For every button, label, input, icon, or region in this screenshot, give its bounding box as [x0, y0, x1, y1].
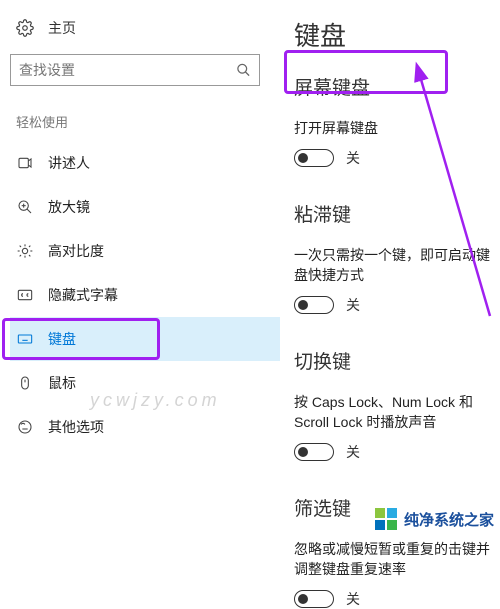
- search-icon: [236, 63, 251, 78]
- section-onscreen-keyboard: 屏幕键盘 打开屏幕键盘 关: [294, 73, 500, 168]
- toggle-state: 关: [346, 295, 360, 315]
- sidebar-item-narrator[interactable]: 讲述人: [10, 141, 280, 185]
- footer-text: 纯净系统之家: [404, 509, 494, 530]
- toggle-state: 关: [346, 442, 360, 462]
- sidebar-item-label: 其他选项: [48, 417, 104, 437]
- contrast-icon: [16, 243, 34, 259]
- toggle-sticky-keys[interactable]: [294, 296, 334, 314]
- section-sticky-keys: 粘滞键 一次只需按一个键，即可启动键盘快捷方式 关: [294, 200, 500, 315]
- gear-icon: [16, 19, 34, 37]
- toggle-filter-keys[interactable]: [294, 590, 334, 608]
- captions-icon: [16, 287, 34, 303]
- mouse-icon: [16, 375, 34, 391]
- search-input-wrap[interactable]: [10, 54, 260, 86]
- sidebar-item-label: 隐藏式字幕: [48, 285, 118, 305]
- section-desc: 打开屏幕键盘: [294, 118, 500, 138]
- keyboard-icon: [16, 331, 34, 347]
- other-icon: [16, 419, 34, 435]
- sidebar-item-other[interactable]: 其他选项: [10, 405, 280, 449]
- section-desc: 一次只需按一个键，即可启动键盘快捷方式: [294, 245, 500, 285]
- section-desc: 按 Caps Lock、Num Lock 和 Scroll Lock 时播放声音: [294, 392, 500, 432]
- search-input[interactable]: [11, 55, 259, 85]
- toggle-toggle-keys[interactable]: [294, 443, 334, 461]
- section-toggle-keys: 切换键 按 Caps Lock、Num Lock 和 Scroll Lock 时…: [294, 347, 500, 462]
- section-heading: 切换键: [294, 347, 500, 374]
- section-desc: 忽略或减慢短暂或重复的击键并调整键盘重复速率: [294, 539, 500, 579]
- sidebar-item-label: 键盘: [48, 329, 76, 349]
- home-label: 主页: [48, 18, 76, 38]
- toggle-state: 关: [346, 589, 360, 609]
- sidebar-item-label: 讲述人: [48, 153, 90, 173]
- sidebar-item-label: 鼠标: [48, 373, 76, 393]
- sidebar-item-contrast[interactable]: 高对比度: [10, 229, 280, 273]
- sidebar-item-keyboard[interactable]: 键盘: [10, 317, 280, 361]
- narrator-icon: [16, 155, 34, 171]
- footer-logo: 纯净系统之家: [375, 508, 494, 530]
- section-heading: 屏幕键盘: [294, 73, 500, 100]
- category-header: 轻松使用: [10, 106, 280, 141]
- toggle-state: 关: [346, 148, 360, 168]
- sidebar-item-label: 放大镜: [48, 197, 90, 217]
- sidebar-item-magnifier[interactable]: 放大镜: [10, 185, 280, 229]
- toggle-onscreen-keyboard[interactable]: [294, 149, 334, 167]
- sidebar-item-mouse[interactable]: 鼠标: [10, 361, 280, 405]
- magnifier-icon: [16, 199, 34, 215]
- logo-icon: [375, 508, 397, 530]
- home-row[interactable]: 主页: [10, 10, 280, 54]
- section-heading: 粘滞键: [294, 200, 500, 227]
- page-title: 键盘: [294, 16, 500, 53]
- sidebar-item-captions[interactable]: 隐藏式字幕: [10, 273, 280, 317]
- sidebar-item-label: 高对比度: [48, 241, 104, 261]
